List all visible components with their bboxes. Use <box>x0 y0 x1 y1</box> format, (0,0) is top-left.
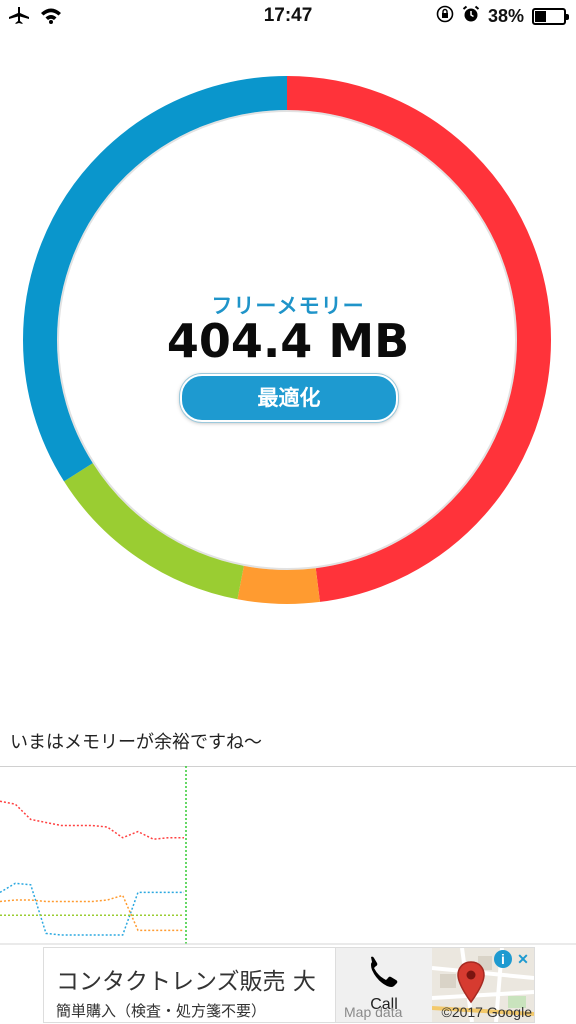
map-pin-icon <box>457 961 485 1004</box>
map-data-label: Map data <box>344 1004 403 1020</box>
ad-close-icon[interactable]: ✕ <box>514 950 532 968</box>
history-series-2 <box>0 882 184 936</box>
ad-info-icon[interactable]: i <box>494 950 512 968</box>
status-message: いまはメモリーが余裕ですね〜 <box>10 732 262 753</box>
ad-subtitle[interactable]: 簡単購入（検査・処方箋不要） <box>56 1000 266 1021</box>
free-memory-value: 404.4 MB <box>166 314 410 368</box>
optimize-button[interactable]: 最適化 <box>180 374 398 422</box>
history-series-3 <box>0 894 184 932</box>
map-credit: ©2017 Google <box>441 1004 533 1020</box>
ad-title[interactable]: コンタクトレンズ販売 大 <box>56 962 332 996</box>
memory-history-chart <box>0 766 576 946</box>
ad-banner[interactable]: コンタクトレンズ販売 大 簡単購入（検査・処方箋不要） Call ©2017 G… <box>43 947 535 1023</box>
history-series-1 <box>0 800 184 840</box>
phone-icon <box>371 956 398 987</box>
